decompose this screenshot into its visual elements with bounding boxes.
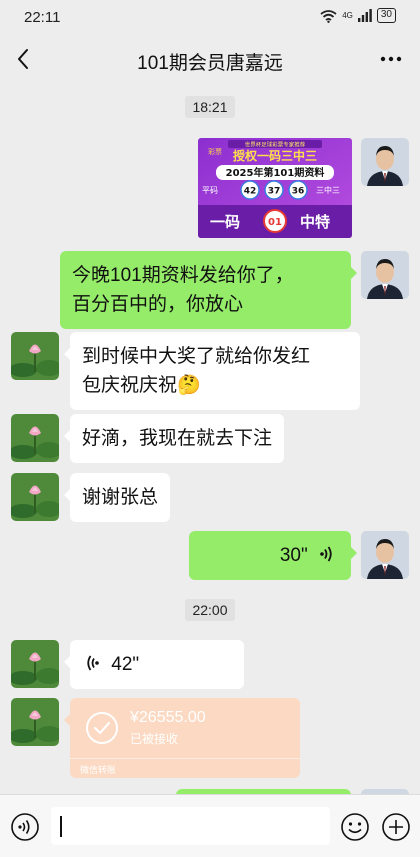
svg-text:01: 01 [268,217,282,228]
status-time: 22:11 [24,9,61,26]
more-button[interactable] [374,44,408,74]
message-input[interactable] [51,807,330,845]
message-bubble-outgoing[interactable]: 今晚101期资料发给你了， 百分百中的，你放心 [60,251,357,329]
message-bubble-incoming[interactable]: 好滴，我现在就去下注 [63,414,285,463]
voice-duration: 30" [279,545,308,566]
more-icon [380,56,402,62]
svg-text:37: 37 [268,187,281,197]
transfer-message[interactable]: ¥26555.00 已被接收 微信转账 [64,698,300,778]
emoji-icon [341,813,369,841]
voice-message-incoming[interactable]: 42" [64,640,244,689]
plus-button[interactable] [381,812,411,842]
voice-duration: 42" [111,654,140,675]
voice-input-icon [11,813,39,841]
svg-text:平码: 平码 [202,186,218,195]
timestamp: 22:00 [0,599,420,621]
timestamp: 18:21 [0,96,420,118]
svg-text:36: 36 [292,187,305,197]
avatar-contact[interactable] [11,332,59,380]
voice-wave-icon [320,546,332,562]
chat-header: 101期会员唐嘉远 [0,34,420,84]
transfer-amount: ¥26555.00 [130,709,206,726]
svg-text:一码: 一码 [210,213,240,231]
status-bar: 22:11 4G 30 [0,0,420,34]
battery-indicator: 30 [376,8,396,23]
plus-icon [382,813,410,841]
message-list[interactable]: 18:21 世界杯足球彩票专家推荐 彩票 授权一码三中三 2025年第101期资… [0,84,420,794]
promo-image-message[interactable]: 世界杯足球彩票专家推荐 彩票 授权一码三中三 2025年第101期资料 平码 4… [198,138,352,238]
wifi-icon [320,9,337,23]
emoji-button[interactable] [340,812,370,842]
svg-text:42: 42 [244,187,257,197]
avatar-self[interactable] [361,531,409,579]
transfer-status: 已被接收 [130,732,179,746]
message-bubble-incoming[interactable]: 谢谢张总 [63,473,171,522]
thinking-emoji: 🤔 [177,375,201,396]
voice-message-outgoing[interactable]: 30" [189,531,357,580]
message-bubble-incoming[interactable]: 到时候中大奖了就给你发红 包庆祝庆祝🤔 [64,332,360,410]
transfer-footer: 微信转账 [70,758,300,778]
svg-text:三中三: 三中三 [316,185,340,195]
avatar-contact[interactable] [11,473,59,521]
text-caret [60,816,62,837]
voice-wave-icon [87,655,99,671]
voice-input-button[interactable] [10,812,40,842]
avatar-contact[interactable] [11,640,59,688]
avatar-contact[interactable] [11,698,59,746]
check-circle-icon [86,712,118,744]
signal-icon [357,9,372,22]
chat-title: 101期会员唐嘉远 [137,53,283,74]
svg-text:彩票: 彩票 [208,147,222,156]
svg-text:中特: 中特 [300,213,330,231]
status-icons: 4G 30 [320,8,396,23]
svg-text:世界杯足球彩票专家推荐: 世界杯足球彩票专家推荐 [245,141,306,149]
avatar-self[interactable] [361,251,409,299]
network-type: 4G [342,10,353,20]
svg-text:授权一码三中三: 授权一码三中三 [233,148,317,163]
input-bar [0,794,420,857]
avatar-self[interactable] [361,138,409,186]
svg-text:2025年第101期资料: 2025年第101期资料 [226,166,325,179]
avatar-contact[interactable] [11,414,59,462]
